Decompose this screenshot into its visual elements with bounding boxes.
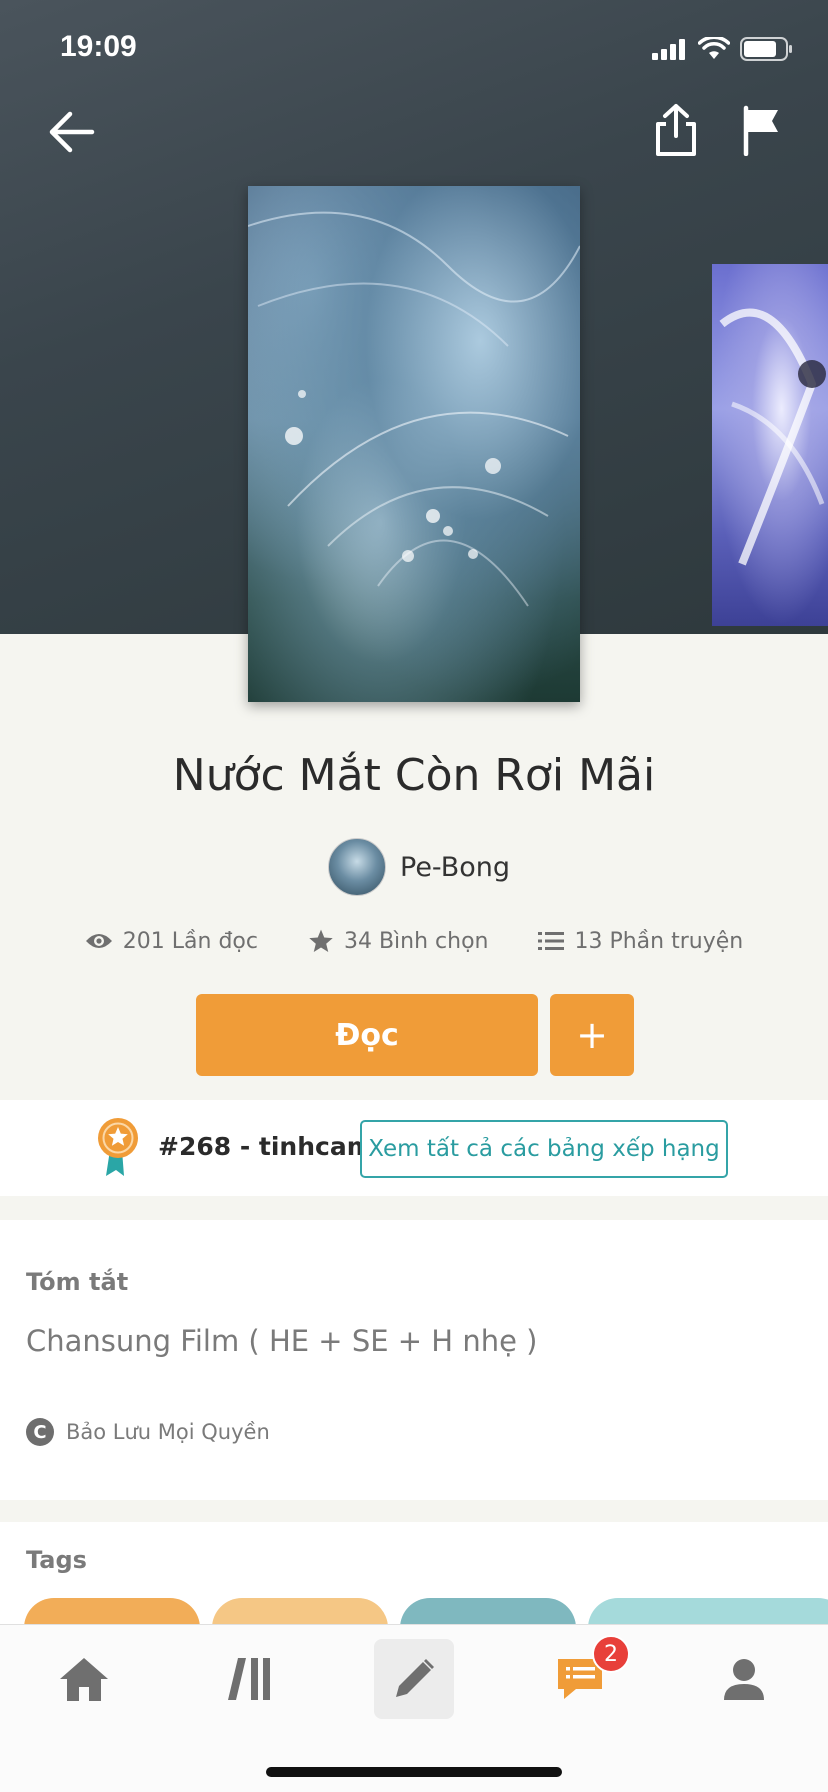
- medal-icon: [98, 1118, 138, 1176]
- next-story-cover-image[interactable]: [712, 264, 828, 626]
- reads-stat: 201 Lần đọc: [85, 928, 258, 954]
- star-icon: [309, 929, 333, 953]
- copyright-text: Bảo Lưu Mọi Quyền: [66, 1420, 270, 1444]
- status-bar: 19:09: [0, 0, 828, 100]
- summary-text: Chansung Film ( HE + SE + H nhẹ ): [26, 1324, 538, 1358]
- home-indicator: [266, 1767, 562, 1777]
- ranking-row: #268 - tinhcam Xem tất cả các bảng xếp h…: [0, 1100, 828, 1196]
- votes-stat: 34 Bình chọn: [308, 928, 489, 954]
- story-stats: 201 Lần đọc 34 Bình chọn 13 Phần truyện: [0, 928, 828, 954]
- list-icon: [538, 932, 565, 950]
- side-cover-artwork: [719, 308, 826, 566]
- signal-icon: [652, 39, 685, 60]
- parts-count: 13 Phần truyện: [574, 928, 744, 954]
- tab-library[interactable]: [210, 1639, 290, 1719]
- bottom-tab-bar: 2: [0, 1624, 828, 1792]
- parts-stat: 13 Phần truyện: [538, 928, 743, 954]
- ranking-text[interactable]: #268 - tinhcam: [158, 1132, 373, 1161]
- pencil-icon: [396, 1659, 434, 1697]
- author-link[interactable]: Pe-Bong: [328, 838, 510, 896]
- profile-icon: [724, 1659, 764, 1700]
- read-button[interactable]: Đọc: [196, 994, 538, 1076]
- tags-heading: Tags: [26, 1546, 87, 1574]
- add-to-library-button[interactable]: +: [550, 994, 634, 1076]
- notification-badge: 2: [592, 1635, 630, 1673]
- cover-artwork: [248, 211, 580, 607]
- library-icon: [228, 1658, 270, 1700]
- share-icon[interactable]: [652, 102, 700, 158]
- copyright-icon: C: [26, 1418, 54, 1446]
- status-time: 19:09: [60, 30, 137, 63]
- summary-section: Tóm tắt Chansung Film ( HE + SE + H nhẹ …: [0, 1220, 828, 1500]
- reads-count: 201 Lần đọc: [122, 928, 258, 954]
- story-title: Nước Mắt Còn Rơi Mãi: [172, 750, 656, 801]
- wifi-icon: [698, 37, 730, 59]
- author-avatar[interactable]: [328, 838, 386, 896]
- copyright-info: C Bảo Lưu Mọi Quyền: [26, 1418, 270, 1446]
- status-icons: [652, 36, 794, 62]
- tab-home[interactable]: [44, 1639, 124, 1719]
- summary-heading: Tóm tắt: [26, 1268, 129, 1296]
- view-all-rankings-button[interactable]: Xem tất cả các bảng xếp hạng: [360, 1120, 728, 1178]
- votes-count: 34 Bình chọn: [343, 928, 489, 954]
- back-arrow-icon[interactable]: [44, 104, 100, 160]
- home-icon: [60, 1658, 108, 1701]
- tab-write[interactable]: [374, 1639, 454, 1719]
- story-cover-image[interactable]: [248, 186, 580, 702]
- author-name[interactable]: Pe-Bong: [400, 852, 510, 883]
- eye-icon: [85, 934, 112, 948]
- flag-icon[interactable]: [740, 104, 784, 156]
- tab-profile[interactable]: [704, 1639, 784, 1719]
- battery-icon: [740, 37, 792, 61]
